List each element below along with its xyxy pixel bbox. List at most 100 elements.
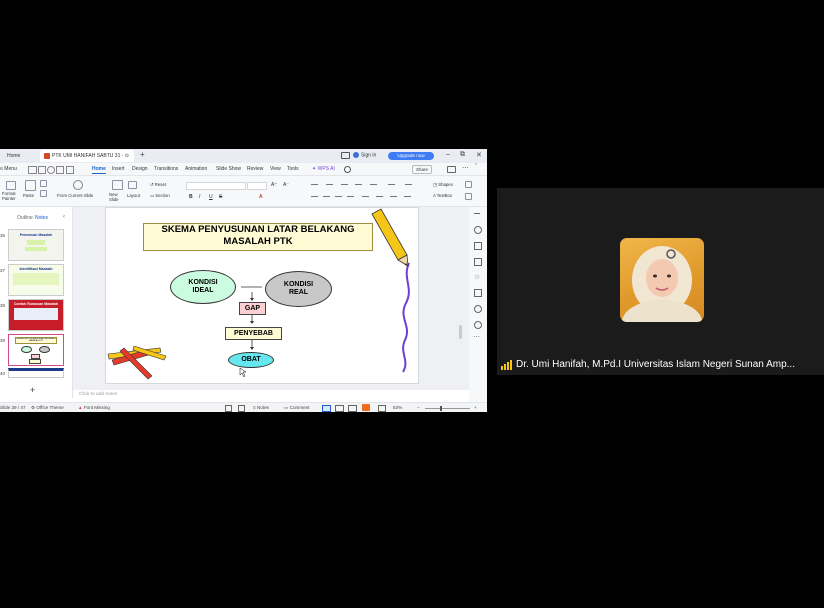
screen-icon[interactable]: [341, 152, 350, 159]
arrange-icon[interactable]: [465, 181, 472, 188]
menu-item-animation[interactable]: Animation: [185, 166, 207, 172]
italic-button[interactable]: I: [199, 194, 200, 200]
menu-button[interactable]: ≡ Menu: [0, 166, 17, 172]
copy-icon[interactable]: [40, 190, 47, 197]
menu-item-review[interactable]: Review: [247, 166, 263, 172]
indent-icon[interactable]: [341, 184, 348, 185]
collapse-icon[interactable]: [474, 213, 480, 214]
design-icon[interactable]: [474, 242, 482, 250]
tab-home[interactable]: Home: [0, 150, 45, 162]
outline-tab[interactable]: Outline: [17, 215, 33, 221]
font-missing-button[interactable]: ▲ Font Missing: [78, 405, 110, 410]
restore-button[interactable]: ⧉: [460, 151, 465, 159]
more-icon[interactable]: ⋯: [462, 164, 469, 172]
comment-toggle[interactable]: ▭ Comment: [284, 405, 310, 411]
menu-item-transitions[interactable]: Transitions: [154, 166, 178, 172]
upgrade-button[interactable]: Upgrade now: [388, 152, 434, 160]
comment-icon[interactable]: [447, 166, 456, 173]
folder-icon[interactable]: [28, 166, 37, 174]
new-slide-button[interactable]: New Slide: [109, 192, 123, 202]
preview-icon[interactable]: [66, 166, 74, 174]
play-icon[interactable]: [73, 180, 83, 190]
menu-item-tools[interactable]: Tools: [287, 166, 299, 172]
help-icon[interactable]: [474, 321, 482, 329]
gap-box[interactable]: GAP: [239, 302, 266, 315]
format-painter-icon[interactable]: [6, 181, 16, 190]
layout-button[interactable]: Layout: [127, 193, 140, 198]
history-icon[interactable]: [474, 305, 482, 313]
settings-icon[interactable]: [474, 289, 482, 297]
numbering-icon[interactable]: [326, 184, 333, 185]
outdent-icon[interactable]: [355, 184, 362, 185]
paste-icon[interactable]: [25, 180, 36, 191]
theme-button[interactable]: ⚙ Office Theme: [31, 405, 64, 411]
zoom-in-button[interactable]: +: [474, 405, 477, 410]
select-icon[interactable]: [465, 193, 472, 200]
tab-document[interactable]: PTK UMI HANIFAH SABTU 31 · ⊙: [40, 150, 134, 162]
best-fit-icon[interactable]: [378, 405, 386, 412]
line-spacing-icon[interactable]: [388, 184, 395, 185]
paste-button[interactable]: Paste: [23, 193, 34, 198]
cut-icon[interactable]: [40, 180, 47, 187]
wps-ai-button[interactable]: ✦ WPS AI: [312, 166, 335, 172]
new-tab-button[interactable]: +: [140, 150, 145, 159]
zoom-level[interactable]: 63%: [393, 405, 402, 410]
strikethrough-button[interactable]: S: [219, 194, 222, 200]
text-box-format-icon[interactable]: [404, 196, 411, 197]
star-icon[interactable]: ☆: [474, 274, 480, 281]
animation-icon[interactable]: [474, 258, 482, 266]
more-icon[interactable]: ⋯: [473, 333, 480, 341]
zoom-out-button[interactable]: –: [417, 405, 420, 410]
collapse-pane-icon[interactable]: ‹: [63, 214, 65, 220]
bullets-icon[interactable]: [311, 184, 318, 185]
close-button[interactable]: ✕: [476, 151, 482, 159]
menu-item-view[interactable]: View: [270, 166, 281, 172]
from-current-slide-button[interactable]: From Current Slide: [57, 193, 93, 198]
slide-thumbnail[interactable]: Contoh Rumusan Masalah: [8, 299, 64, 331]
notes-placeholder[interactable]: Click to add notes: [79, 392, 117, 397]
find-icon[interactable]: [47, 166, 55, 174]
menu-item-insert[interactable]: Insert: [112, 166, 125, 172]
distribute-icon[interactable]: [362, 196, 369, 197]
obat-ellipse[interactable]: OBAT: [228, 352, 274, 368]
slide[interactable]: SKEMA PENYUSUNAN LATAR BELAKANG MASALAH …: [105, 207, 419, 384]
font-color-button[interactable]: A: [259, 194, 263, 200]
penyebab-box[interactable]: PENYEBAB: [225, 327, 282, 340]
property-icon[interactable]: [474, 226, 482, 234]
convert-smartart-icon[interactable]: [390, 196, 397, 197]
align-right-icon[interactable]: [335, 196, 342, 197]
format-painter-button[interactable]: Format Painter: [2, 191, 20, 201]
columns-icon[interactable]: [370, 184, 377, 185]
shrink-font-button[interactable]: A⁻: [283, 182, 289, 188]
protect-icon[interactable]: [238, 405, 245, 412]
underline-button[interactable]: U: [209, 194, 213, 200]
justify-icon[interactable]: [347, 196, 354, 197]
slide-thumbnail[interactable]: Penemuan Masalah: [8, 229, 64, 261]
menu-item-design[interactable]: Design: [132, 166, 148, 172]
slide-thumbnail[interactable]: Identifikasi Masalah: [8, 264, 64, 296]
reset-button[interactable]: ↺ Reset: [150, 182, 166, 188]
zoom-slider-thumb[interactable]: [440, 406, 442, 411]
align-center-icon[interactable]: [323, 196, 330, 197]
slides-tab[interactable]: Notes: [35, 215, 48, 221]
font-name-select[interactable]: [186, 182, 246, 190]
search-icon[interactable]: [344, 166, 351, 173]
textbox-button[interactable]: A TextBox: [433, 193, 452, 198]
add-slide-button[interactable]: +: [30, 385, 35, 395]
save-icon[interactable]: [38, 166, 46, 174]
slideshow-play-icon[interactable]: [362, 404, 370, 411]
slide-thumbnail-selected[interactable]: SKEMA PENYUSUNAN LATAR BELAKANG MASALAH …: [8, 334, 64, 366]
vertical-scrollbar[interactable]: [459, 325, 462, 339]
shapes-button[interactable]: ◳ Shapes: [433, 182, 453, 188]
text-direction-icon[interactable]: [405, 184, 412, 185]
align-text-icon[interactable]: [376, 196, 383, 197]
zoom-slider[interactable]: [425, 408, 470, 409]
minimize-button[interactable]: –: [446, 151, 450, 158]
fit-icon[interactable]: [225, 405, 232, 412]
reading-view-icon[interactable]: [348, 405, 357, 412]
new-slide-icon[interactable]: [112, 180, 123, 190]
bold-button[interactable]: B: [189, 194, 193, 200]
chevron-up-icon[interactable]: ˆ: [475, 164, 477, 171]
print-icon[interactable]: [56, 166, 64, 174]
menu-item-slide-show[interactable]: Slide Show: [216, 166, 241, 172]
